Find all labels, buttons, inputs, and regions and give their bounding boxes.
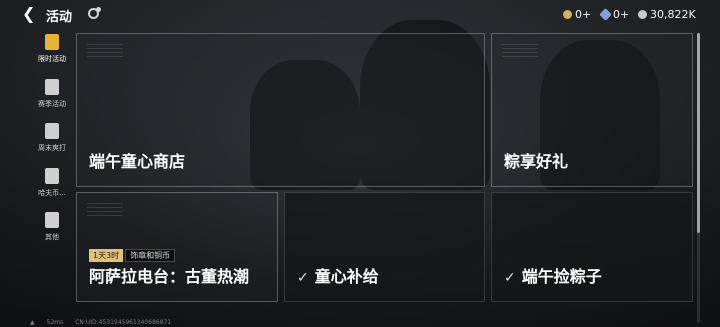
card-title: 端午童心商店 xyxy=(89,152,186,171)
crystal-icon xyxy=(599,8,612,21)
card-child-supply[interactable]: ✓ 童心补给 xyxy=(284,192,485,302)
card-zongzi-gift[interactable]: 粽享好礼 xyxy=(491,33,693,187)
silver-coin-icon xyxy=(638,10,647,19)
sidebar-item-label: 赛季活动 xyxy=(38,100,66,108)
card-asala-radio[interactable]: 1天3时 饰章和铜币 阿萨拉电台：古董热潮 xyxy=(76,192,278,302)
scrollbar-thumb[interactable] xyxy=(697,33,700,233)
card-title: 粽享好礼 xyxy=(504,152,569,171)
sidebar-item-limited[interactable]: 限时活动 xyxy=(22,34,82,64)
reward-badge: 饰章和铜币 xyxy=(125,249,176,262)
card-dragon-boat-shop[interactable]: 端午童心商店 xyxy=(76,33,485,187)
sidebar-item-currency[interactable]: 哈夫币... xyxy=(22,168,82,198)
card-decoration xyxy=(502,44,538,58)
back-arrow-icon[interactable]: ❮ xyxy=(22,4,35,23)
info-icon[interactable] xyxy=(88,7,101,19)
sidebar-item-season[interactable]: 赛季活动 xyxy=(22,79,82,109)
character-icon xyxy=(45,168,59,184)
crystal-value: 0+ xyxy=(613,8,630,21)
fire-icon xyxy=(45,123,59,139)
currency-crystal[interactable]: 0+ xyxy=(599,8,630,21)
card-pick-zongzi[interactable]: ✓ 端午捡粽子 xyxy=(491,192,693,302)
page-title: 活动 xyxy=(46,10,73,25)
time-remaining-badge: 1天3时 xyxy=(89,249,124,262)
card-title-row: ✓ 端午捡粽子 xyxy=(504,263,602,287)
top-bar: ❮ 活动 0+ 0+ 30,822K xyxy=(0,0,720,30)
sidebar-item-weekend[interactable]: 周末爽打 xyxy=(22,123,82,153)
card-title: 童心补给 xyxy=(314,267,379,286)
checkmark-icon: ✓ xyxy=(504,270,516,286)
card-tags: 1天3时 饰章和铜币 xyxy=(89,249,176,262)
card-title-row: ✓ 童心补给 xyxy=(297,263,379,287)
wifi-icon: ▲ xyxy=(30,319,35,326)
clipboard-icon xyxy=(45,34,59,50)
coin-icon xyxy=(563,10,572,19)
card-title: 端午捡粽子 xyxy=(521,267,602,286)
currency-silver[interactable]: 30,822K xyxy=(638,8,696,21)
silver-value: 30,822K xyxy=(650,8,696,21)
card-title: 阿萨拉电台：古董热潮 xyxy=(89,267,250,286)
checkmark-icon: ✓ xyxy=(297,270,309,286)
coin-value: 0+ xyxy=(575,8,592,21)
map-pin-icon xyxy=(45,79,59,95)
uid-text: CN UID:4531945961340686871 xyxy=(75,319,172,326)
card-decoration xyxy=(87,44,123,58)
sidebar-item-label: 哈夫币... xyxy=(38,189,66,197)
sidebar-item-label: 周末爽打 xyxy=(38,144,66,152)
card-decoration xyxy=(87,203,123,217)
sidebar-item-other[interactable]: 其他 xyxy=(22,212,82,242)
link-icon xyxy=(45,212,59,228)
sidebar-item-label: 其他 xyxy=(45,233,59,241)
status-footer: ▲ 52ms CN UID:4531945961340686871 xyxy=(30,319,171,326)
sidebar-item-label: 限时活动 xyxy=(38,55,66,63)
currency-coin[interactable]: 0+ xyxy=(563,8,591,21)
ping-text: 52ms xyxy=(46,319,64,326)
